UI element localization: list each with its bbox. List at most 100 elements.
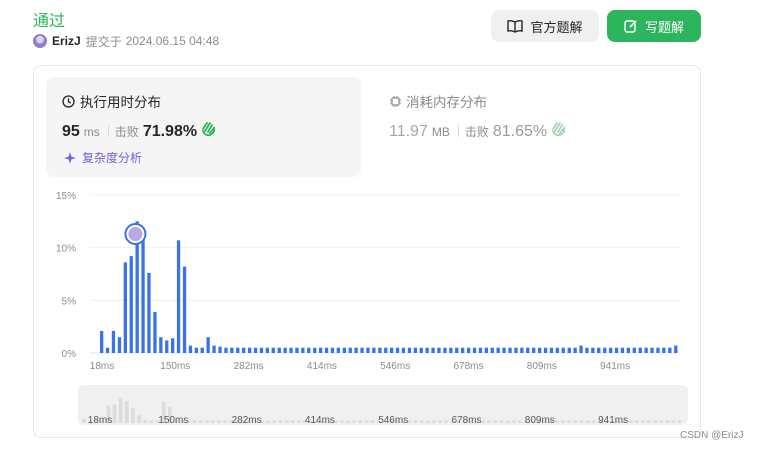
bar [378,347,382,353]
overview-bar [512,420,516,423]
bar [265,347,269,353]
bar [561,347,565,353]
bar [573,347,577,353]
bar [555,347,559,353]
overview-bar [677,420,682,423]
overview-x-tick-label: 282ms [232,415,262,426]
bar [330,347,335,353]
bar [141,237,145,353]
overview-bar [143,420,148,423]
overview-x-tick-label: 678ms [451,415,481,426]
bar [632,347,636,353]
overview-bar [499,420,504,423]
x-tick-label: 678ms [453,361,483,372]
bar [313,347,317,353]
overview-bar [432,420,436,423]
bar [176,240,181,353]
bar [129,256,133,353]
overview-x-tick-label: 809ms [525,415,555,426]
bar [171,338,175,353]
overview-bar [438,420,442,423]
overview-x-tick-label: 18ms [88,415,112,426]
bar [105,347,110,353]
bar [449,347,453,353]
overview-bar [204,420,209,423]
bar [626,347,630,353]
bar [372,347,376,353]
bar [182,266,187,353]
y-tick-label: 0% [62,349,77,360]
overview-bar [266,420,270,423]
bar [360,347,364,353]
overview-x-tick-label: 414ms [305,415,335,426]
bar [117,337,122,353]
bar [614,347,619,353]
overview-bar [198,420,203,423]
bar [478,347,483,353]
bar [390,347,394,353]
overview-bar [82,418,86,423]
y-tick-label: 5% [62,296,77,307]
bar [123,262,127,353]
overview-bar [481,420,485,423]
overview-bar [290,420,295,423]
overview-bar [573,420,578,423]
overview-bar [137,415,141,423]
bar [111,330,116,353]
bar [242,347,246,353]
bar [591,347,595,353]
overview-bar [555,420,559,423]
bar [188,345,193,353]
bar [508,347,512,353]
bar [538,347,542,353]
bar [159,337,163,353]
bar [603,347,607,353]
bar [668,347,672,353]
bar [384,347,388,353]
overview-bar [192,420,197,423]
bar [455,347,459,353]
overview-bar [634,420,639,423]
bar [443,347,447,353]
bar [277,347,281,353]
overview-x-tick-label: 941ms [598,415,628,426]
x-tick-label: 414ms [307,361,337,372]
bar [324,347,329,353]
bar [437,347,441,353]
x-tick-label: 18ms [90,361,114,372]
overview-bar [426,420,430,423]
bar [100,330,104,353]
bar [472,347,477,353]
bar [638,347,642,353]
overview-bar [131,407,135,423]
bar [319,347,323,353]
overview-bar [358,420,363,423]
bar [431,347,435,353]
bar [461,347,465,353]
overview-bar [278,420,283,423]
overview-bar [149,420,154,423]
bar [597,347,601,353]
bar [212,345,216,353]
overview-bar [505,420,510,423]
overview-bar [641,420,645,423]
overview-bar [628,420,633,423]
overview-bar [413,420,418,423]
bar [413,347,417,353]
bar [520,347,524,353]
overview-bar [223,420,227,423]
x-tick-label: 282ms [234,361,264,372]
bar [271,347,275,353]
bar [656,347,660,353]
bar [609,347,613,353]
bar [194,347,198,353]
overview-x-tick-label: 546ms [378,415,408,426]
bar [502,347,506,353]
overview-bar [659,420,664,423]
bar [490,347,494,353]
bar [526,347,530,353]
overview-bar [217,420,221,423]
bar [147,272,151,353]
overview-bar [118,398,123,423]
bar [579,345,583,353]
